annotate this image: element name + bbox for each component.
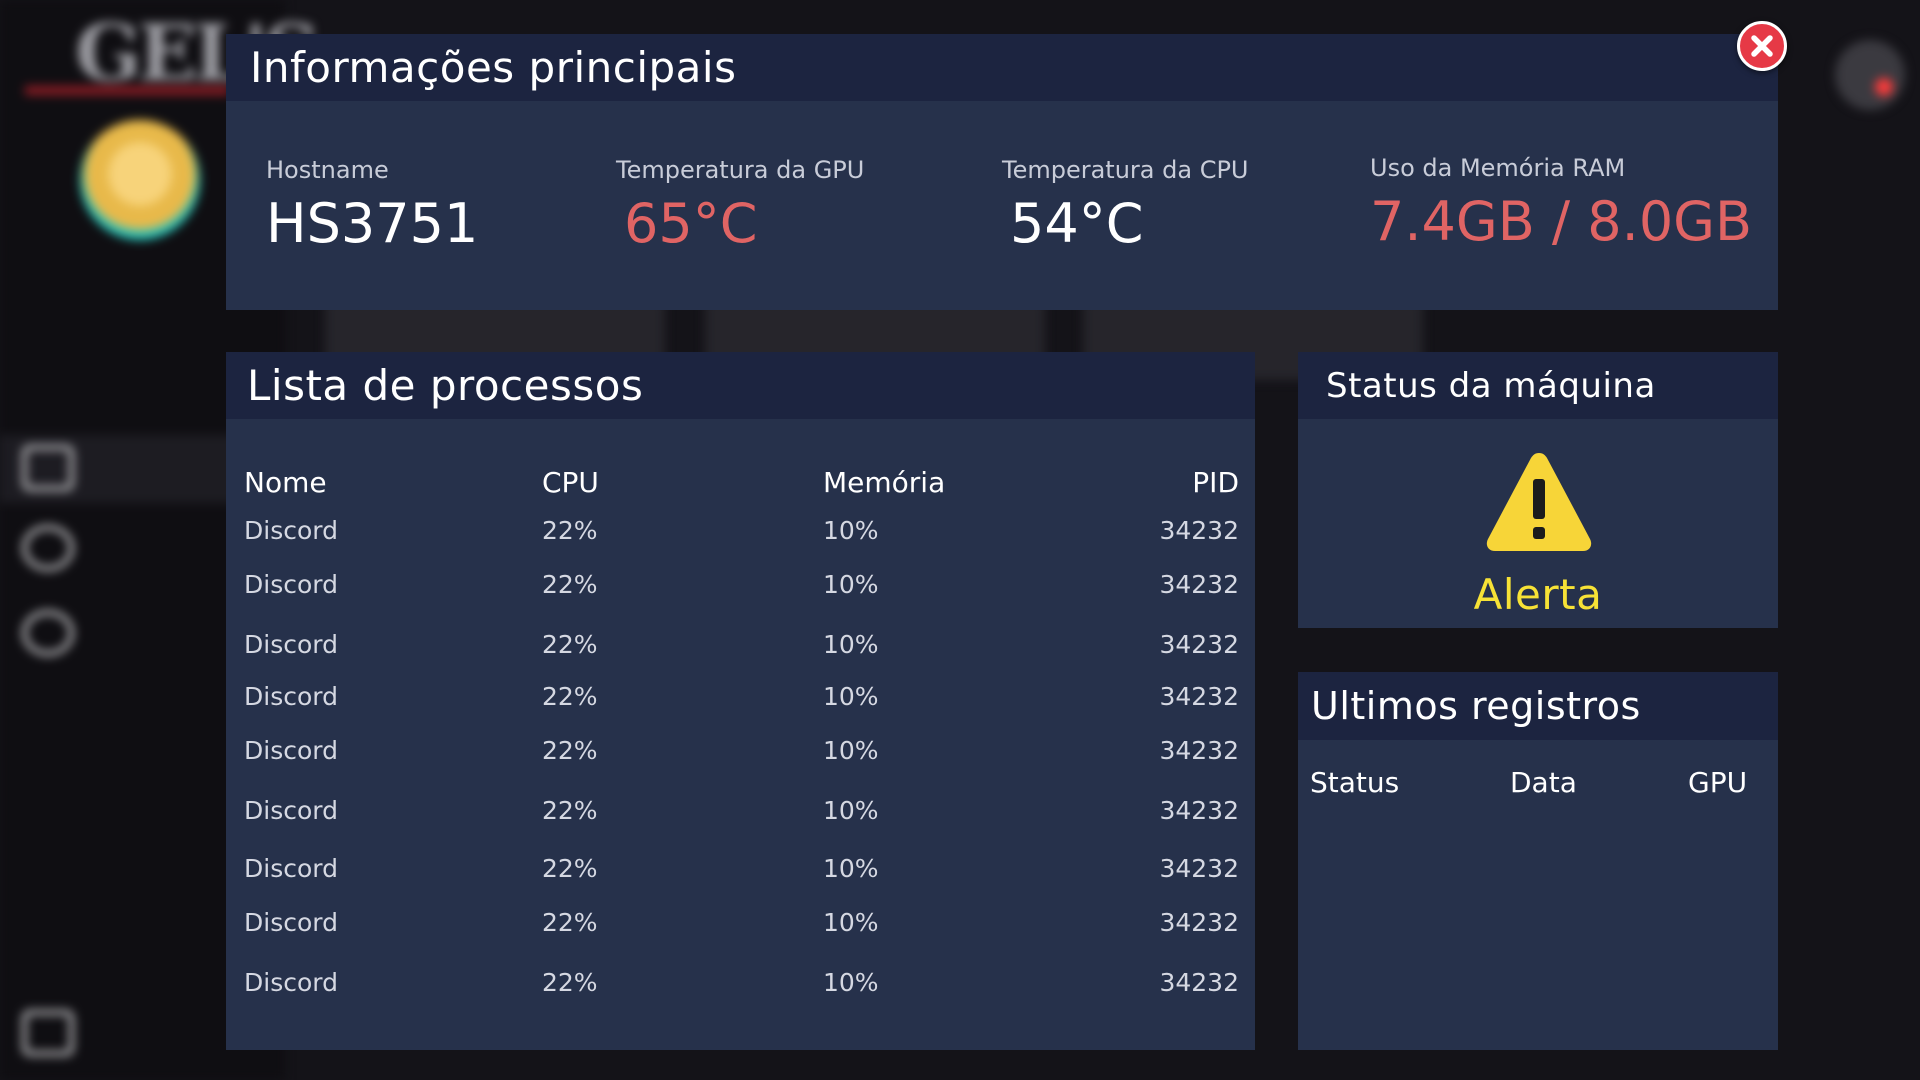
background-nav-item-3 <box>22 610 74 656</box>
background-nav-item-2 <box>22 525 74 571</box>
process-cpu: 22% <box>542 736 598 765</box>
cpu-temperature-label: Temperatura da CPU <box>1002 156 1249 184</box>
process-name: Discord <box>244 854 338 883</box>
hostname-metric: Hostname HS3751 <box>266 156 478 255</box>
process-pid: 34232 <box>1159 968 1239 997</box>
warning-icon <box>1486 453 1592 551</box>
process-cpu: 22% <box>542 854 598 883</box>
background-user-avatar <box>1835 40 1905 110</box>
process-pid: 34232 <box>1159 908 1239 937</box>
process-memory: 10% <box>823 968 879 997</box>
process-cpu: 22% <box>542 908 598 937</box>
process-name: Discord <box>244 570 338 599</box>
process-pid: 34232 <box>1159 854 1239 883</box>
process-cpu: 22% <box>542 796 598 825</box>
process-name: Discord <box>244 682 338 711</box>
background-logo-underline <box>25 86 230 95</box>
background-avatar <box>80 120 200 240</box>
machine-status-header: Status da máquina <box>1298 352 1778 419</box>
process-pid: 34232 <box>1159 630 1239 659</box>
logout-icon <box>22 1010 74 1056</box>
process-pid: 34232 <box>1159 516 1239 545</box>
process-name: Discord <box>244 796 338 825</box>
column-header-name[interactable]: Nome <box>244 466 327 499</box>
ram-usage-value: 7.4GB / 8.0GB <box>1370 190 1753 253</box>
main-info-panel: Informações principais Hostname HS3751 T… <box>226 34 1778 310</box>
column-header-pid[interactable]: PID <box>1192 466 1239 499</box>
process-name: Discord <box>244 908 338 937</box>
gpu-temperature-value: 65°C <box>624 192 758 255</box>
latest-logs-header: Ultimos registros <box>1298 672 1778 740</box>
process-pid: 34232 <box>1159 796 1239 825</box>
cpu-temperature-value: 54°C <box>1010 192 1144 255</box>
process-cpu: 22% <box>542 570 598 599</box>
process-name: Discord <box>244 736 338 765</box>
logs-column-status[interactable]: Status <box>1310 766 1399 799</box>
process-name: Discord <box>244 630 338 659</box>
machine-status-panel: Status da máquina Alerta <box>1298 352 1778 628</box>
background-notification-dot <box>1875 78 1893 96</box>
gear-icon <box>22 525 74 571</box>
process-name: Discord <box>244 516 338 545</box>
logs-column-gpu[interactable]: GPU <box>1688 766 1747 799</box>
process-memory: 10% <box>823 796 879 825</box>
background-nav-item-1 <box>22 445 74 491</box>
machine-status-title: Status da máquina <box>1326 365 1656 406</box>
main-info-header: Informações principais <box>226 34 1778 101</box>
latest-logs-title: Ultimos registros <box>1311 684 1641 728</box>
hostname-label: Hostname <box>266 156 389 184</box>
user-icon <box>22 610 74 656</box>
ram-usage-metric: Uso da Memória RAM 7.4GB / 8.0GB <box>1370 154 1752 253</box>
process-cpu: 22% <box>542 516 598 545</box>
logs-column-date[interactable]: Data <box>1510 766 1577 799</box>
latest-logs-panel: Ultimos registros Status Data GPU <box>1298 672 1778 1050</box>
process-cpu: 22% <box>542 630 598 659</box>
process-memory: 10% <box>823 854 879 883</box>
process-memory: 10% <box>823 682 879 711</box>
process-cpu: 22% <box>542 682 598 711</box>
column-header-memory[interactable]: Memória <box>823 466 945 499</box>
process-memory: 10% <box>823 736 879 765</box>
process-list-header: Lista de processos <box>226 352 1255 419</box>
process-pid: 34232 <box>1159 736 1239 765</box>
process-cpu: 22% <box>542 968 598 997</box>
process-name: Discord <box>244 968 338 997</box>
machine-status-value: Alerta <box>1473 570 1603 619</box>
process-memory: 10% <box>823 570 879 599</box>
process-list-title: Lista de processos <box>247 361 644 410</box>
gpu-temperature-metric: Temperatura da GPU 65°C <box>616 156 864 255</box>
ram-usage-label: Uso da Memória RAM <box>1370 154 1626 182</box>
monitor-icon <box>22 445 74 491</box>
background-nav-item-4 <box>22 1010 74 1056</box>
column-header-cpu[interactable]: CPU <box>542 466 599 499</box>
gpu-temperature-label: Temperatura da GPU <box>616 156 865 184</box>
close-icon <box>1751 35 1773 57</box>
main-info-title: Informações principais <box>250 43 737 92</box>
close-button[interactable] <box>1737 21 1787 71</box>
process-memory: 10% <box>823 516 879 545</box>
process-pid: 34232 <box>1159 682 1239 711</box>
process-memory: 10% <box>823 630 879 659</box>
process-pid: 34232 <box>1159 570 1239 599</box>
process-memory: 10% <box>823 908 879 937</box>
cpu-temperature-metric: Temperatura da CPU 54°C <box>1002 156 1249 255</box>
hostname-value: HS3751 <box>266 192 479 255</box>
process-list-panel: Lista de processos Nome CPU Memória PID … <box>226 352 1255 1050</box>
